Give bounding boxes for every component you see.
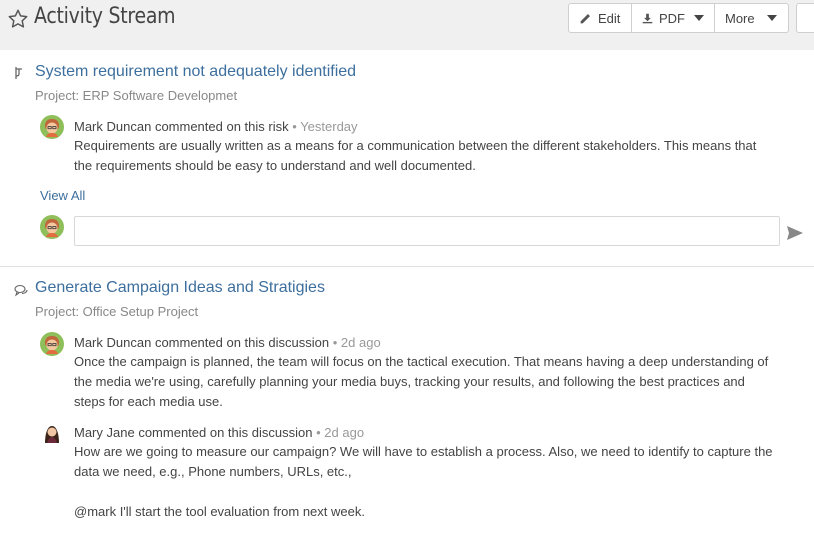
chevron-down-icon xyxy=(766,15,777,21)
comment-line xyxy=(74,482,809,502)
toolbar: Edit PDF More xyxy=(568,3,789,33)
pencil-icon xyxy=(580,13,590,23)
comment-text: How are we going to measure our campaign… xyxy=(74,442,809,522)
comment-author[interactable]: Mary Jane xyxy=(74,425,135,440)
comment-time: 2d ago xyxy=(340,335,381,350)
comment-line: steps for each media use. xyxy=(74,394,223,409)
comment-author[interactable]: Mark Duncan xyxy=(74,335,151,350)
chevron-down-icon xyxy=(694,15,704,21)
view-all-link[interactable]: View All xyxy=(40,188,85,203)
download-icon xyxy=(642,13,653,23)
comment-time: 2d ago xyxy=(324,425,365,440)
comment-meta: Mark Duncan commented on this risk • Yes… xyxy=(74,119,358,134)
divider xyxy=(0,266,814,267)
comment-line: Requirements are usually written as a me… xyxy=(74,138,757,153)
comment-line: How are we going to measure our campaign… xyxy=(74,444,773,459)
item-title-link[interactable]: Generate Campaign Ideas and Stratigies xyxy=(35,279,325,297)
avatar xyxy=(40,421,64,445)
comment-author[interactable]: Mark Duncan xyxy=(74,119,151,134)
comment-text: Once the campaign is planned, the team w… xyxy=(74,352,809,412)
comment-line: the media we're using, carefully plannin… xyxy=(74,374,745,389)
comment-line: data we need, e.g., Phone numbers, URLs,… xyxy=(74,464,352,479)
pdf-button[interactable]: PDF xyxy=(631,3,715,33)
print-button[interactable] xyxy=(796,3,814,33)
more-button-label: More xyxy=(725,10,755,26)
edit-button-label: Edit xyxy=(598,10,621,26)
comment-text: Requirements are usually written as a me… xyxy=(74,136,809,176)
comment-input[interactable] xyxy=(74,216,780,246)
item-title-link[interactable]: System requirement not adequately identi… xyxy=(35,63,356,81)
comment-time: Yesterday xyxy=(300,119,358,134)
edit-button[interactable]: Edit xyxy=(568,3,632,33)
project-label: Project: Office Setup Project xyxy=(35,304,199,319)
send-icon[interactable] xyxy=(786,225,804,241)
avatar xyxy=(40,115,64,139)
comment-line: the requirements should be easy to under… xyxy=(74,158,476,173)
avatar xyxy=(40,332,64,356)
avatar xyxy=(40,215,64,239)
comment-line: Once the campaign is planned, the team w… xyxy=(74,354,769,369)
risk-icon xyxy=(15,67,22,79)
star-icon[interactable] xyxy=(7,8,29,30)
project-label: Project: ERP Software Developmet xyxy=(35,88,238,103)
pdf-button-label: PDF xyxy=(659,10,685,26)
page-header: Activity Stream Edit PDF More xyxy=(0,0,814,50)
comment-meta: Mary Jane commented on this discussion •… xyxy=(74,425,365,440)
page-title: Activity Stream xyxy=(34,4,176,29)
comment-meta: Mark Duncan commented on this discussion… xyxy=(74,335,381,350)
comment-line: @mark I'll start the tool evaluation fro… xyxy=(74,504,365,519)
more-button[interactable]: More xyxy=(714,3,789,33)
comment-action: commented on this risk xyxy=(154,119,289,134)
discussion-icon xyxy=(14,284,28,297)
comment-action: commented on this discussion xyxy=(138,425,313,440)
comment-action: commented on this discussion xyxy=(154,335,330,350)
